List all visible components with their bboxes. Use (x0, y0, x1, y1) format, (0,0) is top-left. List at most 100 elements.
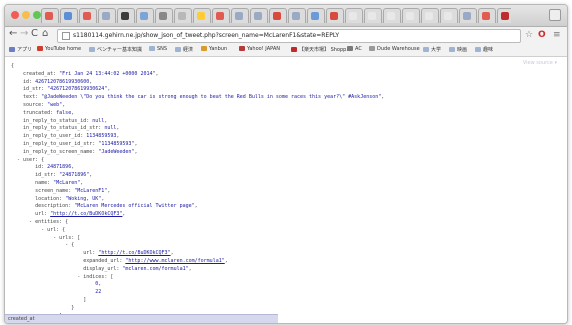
browser-tab[interactable] (136, 8, 154, 23)
browser-tab[interactable] (345, 8, 363, 23)
json-token: , (188, 265, 192, 272)
bookmark-item[interactable]: ベンチャー基本知識 (89, 46, 142, 53)
page-content: View source ▾ { created_at: "Fri Jan 24 … (5, 57, 567, 323)
browser-tab[interactable] (497, 8, 511, 23)
json-url-link[interactable]: "http://www.mclaren.com/formula1" (125, 258, 224, 264)
browser-tab[interactable] (250, 8, 268, 23)
json-token: null (104, 125, 117, 132)
browser-tab[interactable] (41, 8, 59, 23)
reload-icon[interactable]: C (31, 28, 38, 39)
json-url-link[interactable]: "http://t.co/BuDKOkCQF3" (50, 211, 122, 217)
bookmark-item[interactable]: SNS (149, 46, 167, 52)
bookmark-folder-icon (291, 47, 297, 52)
json-token: , (71, 109, 75, 116)
browser-tab[interactable] (174, 8, 192, 23)
bookmark-item[interactable]: 映画 (449, 46, 467, 53)
json-token: , (62, 101, 66, 108)
bookmark-folder-icon (239, 46, 245, 51)
json-token: id_str: (11, 172, 60, 179)
browser-tab[interactable] (478, 8, 496, 23)
browser-tab[interactable] (288, 8, 306, 23)
json-line: in_reply_to_status_id_str: null, (11, 125, 531, 133)
bookmark-item[interactable]: 大学 (423, 46, 441, 53)
json-line: 22 (11, 289, 531, 297)
bookmark-label: 【楽天市場】 Shopp... (299, 47, 352, 53)
json-token: , (89, 78, 93, 85)
tab-favicon-icon (387, 12, 395, 20)
browser-tab[interactable] (402, 8, 420, 23)
browser-tab[interactable] (117, 8, 135, 23)
json-line: created_at: "Fri Jan 24 13:44:02 +0000 2… (11, 71, 531, 79)
bookmark-folder-icon (9, 47, 15, 52)
json-token: - user: { (11, 156, 45, 163)
json-token: source: (11, 101, 48, 108)
json-token: description: (11, 203, 75, 210)
bookmark-item[interactable]: Yanbun (201, 46, 227, 52)
tab-favicon-icon (311, 12, 319, 20)
bookmark-item[interactable]: アプリ (9, 46, 32, 53)
user-profile-icon[interactable] (549, 9, 561, 21)
json-token: , (116, 133, 120, 140)
json-token: url: (11, 211, 51, 218)
json-token: "mclaren.com/formula1" (122, 265, 189, 272)
tab-favicon-icon (349, 12, 357, 20)
address-bar[interactable]: s1180114.gehirn.ne.jp/show_json_of_tweet… (57, 29, 521, 43)
browser-tab[interactable] (231, 8, 249, 23)
json-token: , (134, 148, 138, 155)
json-line: id: 426712078619930600, (11, 79, 531, 87)
minimize-window-button[interactable] (22, 11, 30, 19)
opera-icon[interactable]: O (538, 30, 546, 40)
bookmark-item[interactable]: 経済 (175, 46, 193, 53)
json-token: display_url: (11, 265, 123, 272)
browser-tab[interactable] (212, 8, 230, 23)
home-icon[interactable]: ⌂ (42, 28, 48, 39)
bookmark-item[interactable]: YouTube home (37, 46, 81, 52)
close-window-button[interactable] (11, 11, 19, 19)
bookmark-item[interactable]: Yahoo! JAPAN (239, 46, 280, 52)
forward-arrow-icon[interactable]: → (20, 28, 28, 39)
tab-favicon-icon (45, 12, 53, 20)
browser-tab[interactable] (307, 8, 325, 23)
json-token: location: (11, 195, 66, 202)
json-line: description: "McLaren Mercedes official … (11, 203, 531, 211)
star-icon[interactable]: ☆ (525, 30, 533, 40)
bookmark-item[interactable]: AC (347, 46, 362, 52)
json-token: - urls: [ (11, 234, 81, 241)
bookmark-item[interactable]: Dude Warehouse (369, 46, 420, 52)
bookmarks-bar: アプリ YouTube home ベンチャー基本知識 SNS 経済 Yanbun Yahoo… (5, 44, 567, 57)
json-token: } (11, 304, 75, 311)
browser-tab[interactable] (60, 8, 78, 23)
bookmark-item[interactable]: 【楽天市場】 Shopp... (291, 46, 351, 53)
tab-favicon-icon (140, 12, 148, 20)
bookmark-item[interactable]: 趣味 (475, 46, 493, 53)
menu-icon[interactable]: ≡ (553, 30, 561, 40)
json-token: 426712078619930600 (35, 78, 90, 85)
json-url-link[interactable]: "http://t.co/BuDKOkCQF3" (98, 250, 170, 256)
json-line: { (11, 63, 531, 71)
back-arrow-icon[interactable]: ← (9, 28, 17, 39)
browser-tab[interactable] (421, 8, 439, 23)
browser-tab[interactable] (383, 8, 401, 23)
json-token: { (11, 63, 15, 69)
tab-favicon-icon (83, 12, 91, 20)
browser-tab[interactable] (440, 8, 458, 23)
browser-tab[interactable] (155, 8, 173, 23)
zoom-window-button[interactable] (33, 11, 41, 19)
browser-tab[interactable] (269, 8, 287, 23)
bookmark-label: SNS (157, 46, 168, 52)
json-line: id_str: "426712078619930624", (11, 86, 531, 94)
json-token: "24871896" (59, 172, 90, 179)
browser-tab[interactable] (79, 8, 97, 23)
json-token: url: (11, 250, 99, 257)
bookmark-folder-icon (89, 47, 95, 52)
browser-tab[interactable] (98, 8, 116, 23)
json-token: - indices: [ (11, 273, 114, 280)
browser-tab[interactable] (459, 8, 477, 23)
browser-tab[interactable] (364, 8, 382, 23)
tab-favicon-icon (292, 12, 300, 20)
browser-tab[interactable] (326, 8, 344, 23)
page-info-icon[interactable] (62, 31, 70, 40)
json-line: - entities: { (11, 219, 531, 227)
json-token: id: (11, 164, 48, 171)
browser-tab[interactable] (193, 8, 211, 23)
